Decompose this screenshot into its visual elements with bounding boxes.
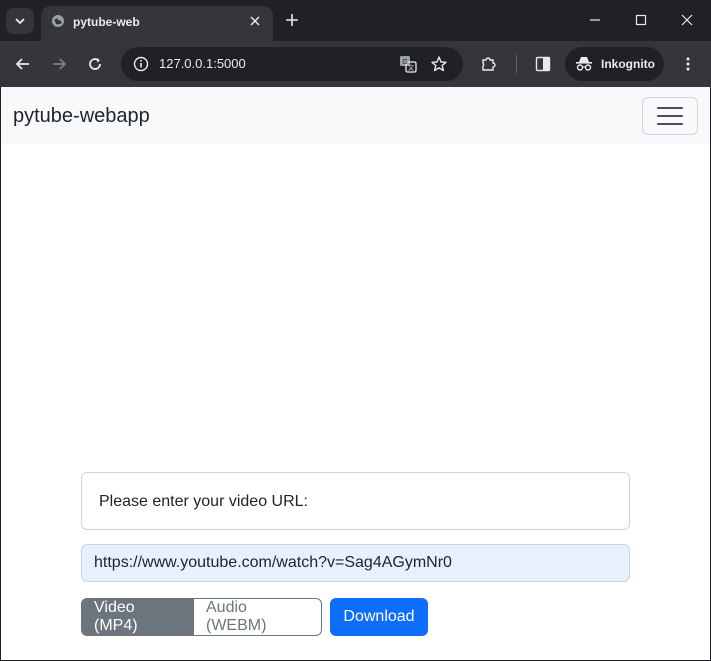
minimize-button[interactable] [583,8,607,32]
side-panel-icon [535,56,551,72]
maximize-icon [635,14,647,26]
tab-title: pytube-web [73,15,140,29]
navbar: pytube-webapp [1,87,710,144]
minimize-icon [590,19,600,21]
page-viewport: pytube-webapp Please enter your video UR… [1,87,710,660]
translate-button[interactable]: G文 [397,53,419,75]
profile-label: Inkognito [601,57,655,71]
new-tab-button[interactable] [282,10,302,30]
tab-strip: pytube-web [0,0,711,41]
toolbar-divider [516,55,517,73]
globe-icon [52,15,64,27]
maximize-button[interactable] [629,8,653,32]
reload-button[interactable] [83,52,107,76]
chevron-down-icon [15,18,25,25]
format-toggle-group: Video (MP4) Audio (WEBM) [81,598,322,636]
close-window-button[interactable] [675,8,699,32]
address-url: 127.0.0.1:5000 [159,56,246,71]
forward-button[interactable] [47,52,71,76]
star-icon [431,56,447,72]
prompt-card: Please enter your video URL: [81,472,630,530]
navbar-brand[interactable]: pytube-webapp [13,105,150,128]
navbar-toggler-button[interactable] [642,97,698,135]
format-video-mp4-button[interactable]: Video (MP4) [81,598,194,636]
format-audio-webm-button[interactable]: Audio (WEBM) [194,598,322,636]
browser-tab[interactable]: pytube-web [41,6,273,41]
hamburger-icon [657,107,683,125]
bookmark-button[interactable] [428,53,450,75]
video-url-input[interactable] [81,544,630,582]
browser-toolbar: 127.0.0.1:5000 G文 Inkognito [0,41,711,87]
arrow-right-icon [53,58,67,70]
more-vertical-icon [686,57,690,71]
side-panel-button[interactable] [531,52,555,76]
incognito-icon [576,57,592,71]
address-bar[interactable]: 127.0.0.1:5000 G文 [121,47,463,81]
puzzle-icon [482,57,496,71]
reload-icon [89,58,101,70]
site-info-button[interactable] [129,52,153,76]
close-icon [681,14,693,26]
svg-text:文: 文 [408,64,414,72]
plus-icon [286,14,298,26]
menu-button[interactable] [676,52,700,76]
download-button[interactable]: Download [330,598,428,636]
extensions-button[interactable] [477,52,501,76]
incognito-profile-button[interactable]: Inkognito [565,47,664,81]
close-icon [250,16,260,26]
close-tab-button[interactable] [247,13,263,29]
svg-text:G: G [402,59,407,66]
prompt-text: Please enter your video URL: [99,493,308,510]
arrow-left-icon [15,58,29,70]
back-button[interactable] [11,52,35,76]
translate-icon: G文 [400,56,417,73]
info-icon [133,56,149,72]
tab-search-button[interactable] [6,8,34,34]
